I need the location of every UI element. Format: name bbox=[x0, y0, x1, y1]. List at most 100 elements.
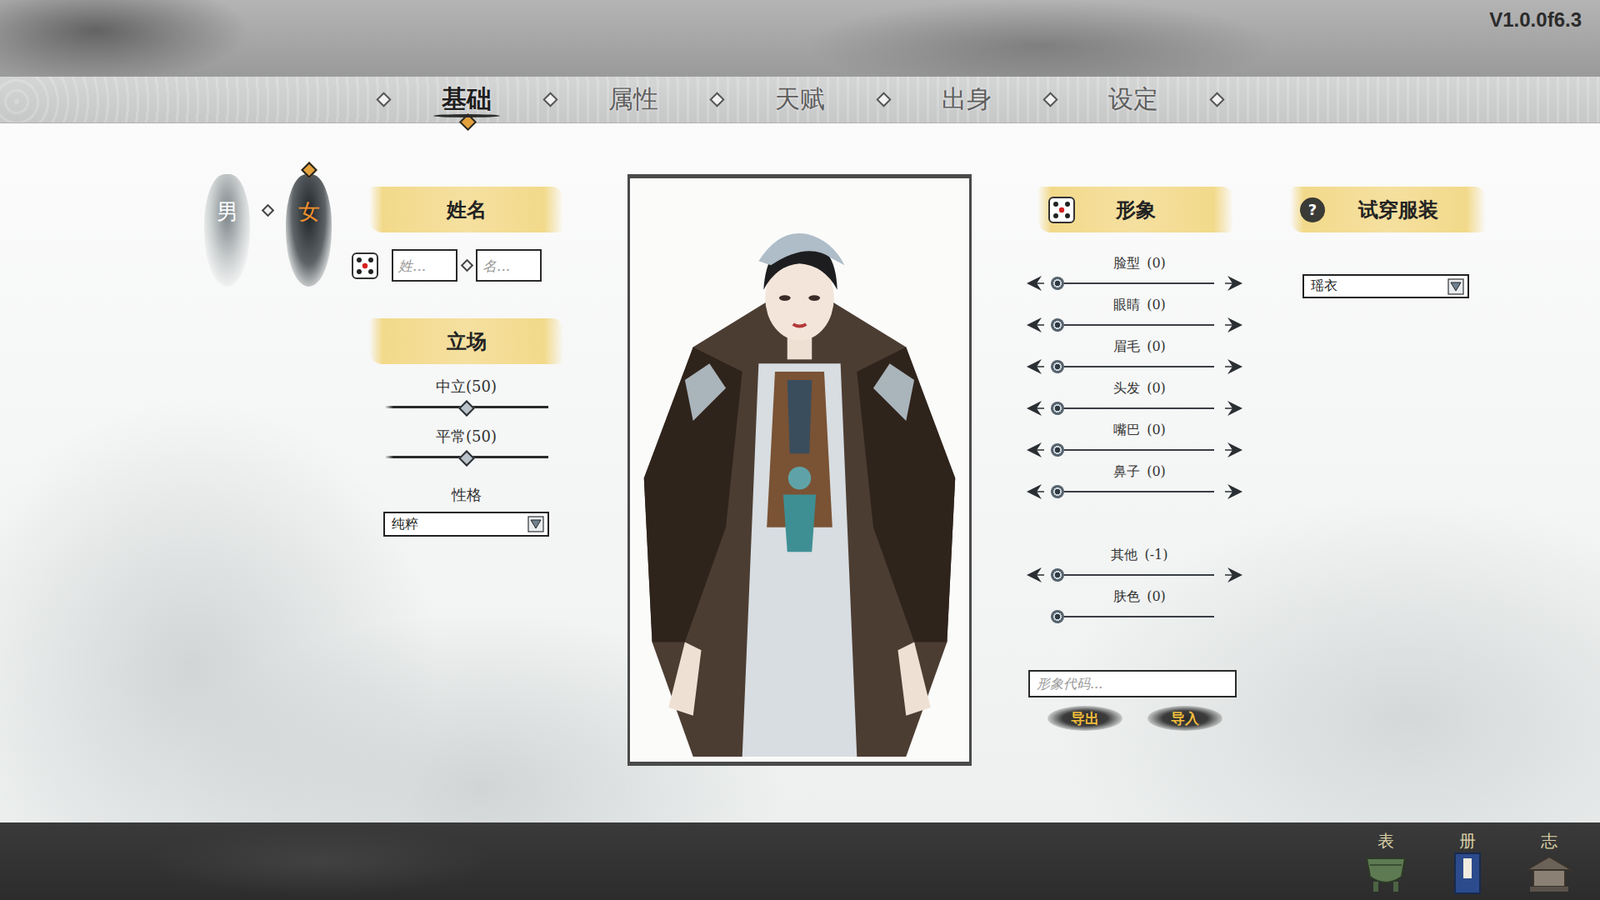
dock-button[interactable]: 册 bbox=[1441, 831, 1494, 895]
name-header: 姓名 bbox=[369, 186, 564, 233]
stance-slider-label: 中立(50) bbox=[435, 377, 497, 396]
slider-thumb[interactable] bbox=[1050, 276, 1065, 290]
code-button-row: 导出导入 bbox=[1025, 705, 1245, 731]
appearance-slider-track[interactable] bbox=[1050, 276, 1215, 290]
next-arrow-icon[interactable] bbox=[1224, 357, 1245, 376]
tab[interactable]: 出身 bbox=[908, 76, 1025, 123]
slider-thumb[interactable] bbox=[458, 400, 475, 417]
gender-option[interactable]: 女 bbox=[285, 174, 332, 287]
appearance-slider-label: 眼睛(0) bbox=[1025, 296, 1245, 314]
appearance-code-input[interactable] bbox=[1028, 670, 1237, 698]
given-name-input[interactable] bbox=[475, 249, 542, 282]
appearance-extra-slider-group: 其他(-1)肤色(0) bbox=[1025, 546, 1245, 630]
dock-button[interactable]: 志 bbox=[1523, 831, 1575, 895]
stance-slider-track[interactable] bbox=[385, 451, 549, 464]
name-separator bbox=[457, 260, 476, 270]
appearance-slider-track[interactable] bbox=[1050, 360, 1215, 374]
slider-thumb[interactable] bbox=[1050, 443, 1065, 457]
name-row bbox=[349, 249, 542, 282]
appearance-slider-label: 肤色(0) bbox=[1025, 588, 1245, 605]
code-button[interactable]: 导出 bbox=[1047, 705, 1123, 731]
stance-slider-label: 平常(50) bbox=[435, 427, 497, 446]
stance-header: 立场 bbox=[369, 318, 564, 365]
next-arrow-icon[interactable] bbox=[1224, 440, 1245, 460]
dropdown-arrow-icon bbox=[527, 515, 545, 533]
previous-arrow-icon[interactable] bbox=[1025, 482, 1045, 501]
previous-arrow-icon[interactable] bbox=[1025, 399, 1045, 418]
surname-input[interactable] bbox=[391, 249, 458, 282]
next-arrow-icon[interactable] bbox=[1224, 399, 1245, 418]
stance-slider-track[interactable] bbox=[385, 401, 549, 414]
tab[interactable]: 属性 bbox=[575, 76, 692, 123]
appearance-slider-label: 鼻子(0) bbox=[1025, 463, 1245, 480]
appearance-column: 形象脸型(0)眼睛(0)眉毛(0)头发(0)嘴巴(0)鼻子(0)其他(-1)肤色… bbox=[1025, 174, 1245, 731]
appearance-slider-track[interactable] bbox=[1050, 443, 1215, 457]
diamond-icon bbox=[261, 204, 275, 218]
previous-arrow-icon[interactable] bbox=[1025, 357, 1045, 376]
help-icon[interactable]: ? bbox=[1300, 197, 1325, 223]
dock-button[interactable]: 表 bbox=[1360, 831, 1412, 895]
slider-thumb[interactable] bbox=[1050, 360, 1065, 374]
appearance-slider-label: 脸型(0) bbox=[1025, 255, 1245, 272]
tab-separator-icon bbox=[1191, 94, 1242, 105]
appearance-slider-track[interactable] bbox=[1050, 610, 1215, 624]
appearance-slider: 其他(-1) bbox=[1025, 546, 1245, 589]
code-button[interactable]: 导入 bbox=[1147, 705, 1223, 731]
tab-separator-icon bbox=[358, 94, 409, 105]
appearance-slider-track[interactable] bbox=[1050, 485, 1215, 499]
next-arrow-icon[interactable] bbox=[1224, 274, 1245, 293]
appearance-slider-track[interactable] bbox=[1050, 568, 1215, 582]
appearance-slider-track[interactable] bbox=[1050, 318, 1215, 332]
selected-marker-icon bbox=[300, 161, 318, 179]
appearance-slider: 鼻子(0) bbox=[1025, 463, 1245, 505]
appearance-slider: 脸型(0) bbox=[1025, 255, 1245, 297]
appearance-slider-track[interactable] bbox=[1050, 401, 1215, 415]
tab-separator-icon bbox=[1025, 94, 1075, 105]
appearance-slider-group: 脸型(0)眼睛(0)眉毛(0)头发(0)嘴巴(0)鼻子(0) bbox=[1025, 255, 1245, 505]
outfit-column: ?试穿服装瑶衣 bbox=[1298, 174, 1490, 299]
random-appearance-dice-icon[interactable] bbox=[1045, 194, 1078, 226]
gender-selector: 男女 bbox=[204, 174, 332, 287]
slider-thumb[interactable] bbox=[1050, 318, 1065, 332]
tab[interactable]: 基础 bbox=[408, 76, 525, 123]
pavilion-icon bbox=[1523, 851, 1575, 895]
appearance-slider: 眼睛(0) bbox=[1025, 296, 1245, 339]
random-name-dice-icon[interactable] bbox=[349, 250, 381, 282]
slider-thumb[interactable] bbox=[1050, 610, 1065, 624]
next-arrow-icon[interactable] bbox=[1224, 315, 1245, 335]
next-arrow-icon[interactable] bbox=[1224, 565, 1245, 585]
version-label: V1.0.0f6.3 bbox=[1489, 8, 1582, 32]
previous-arrow-icon[interactable] bbox=[1025, 565, 1045, 585]
previous-arrow-icon[interactable] bbox=[1025, 315, 1045, 335]
portrait-image bbox=[635, 183, 965, 757]
dropdown-arrow-icon bbox=[1447, 278, 1465, 295]
personality-dropdown[interactable]: 纯粹 bbox=[383, 511, 550, 537]
gender-separator bbox=[250, 174, 286, 287]
dock: 表册志 bbox=[1360, 822, 1600, 900]
appearance-slider-label: 嘴巴(0) bbox=[1025, 421, 1245, 439]
slider-thumb[interactable] bbox=[458, 450, 475, 467]
name-stance-column: 姓名立场中立(50) 平常(50) 性格纯粹 bbox=[349, 174, 584, 537]
outfit-dropdown[interactable]: 瑶衣 bbox=[1302, 274, 1470, 299]
slider-thumb[interactable] bbox=[1050, 401, 1065, 415]
tab-separator-icon bbox=[858, 94, 909, 105]
character-creation-screen: V1.0.0f6.3 基础 属性 天赋 出身 设定男女姓名立场中立(50) 平常(50) 性格… bbox=[0, 0, 1600, 900]
previous-arrow-icon[interactable] bbox=[1025, 440, 1045, 460]
diamond-icon bbox=[460, 259, 474, 273]
stance-slider: 中立(50) bbox=[385, 377, 549, 414]
tab[interactable]: 天赋 bbox=[741, 76, 859, 123]
appearance-slider: 头发(0) bbox=[1025, 380, 1245, 422]
stance-slider: 平常(50) bbox=[385, 427, 549, 464]
tab-separator-icon bbox=[691, 94, 742, 105]
book-icon bbox=[1441, 851, 1494, 895]
previous-arrow-icon[interactable] bbox=[1025, 274, 1045, 293]
slider-thumb[interactable] bbox=[1050, 485, 1065, 499]
slider-thumb[interactable] bbox=[1050, 568, 1065, 582]
next-arrow-icon[interactable] bbox=[1224, 482, 1245, 501]
character-portrait bbox=[627, 174, 972, 766]
gender-option[interactable]: 男 bbox=[204, 174, 250, 287]
personality-label: 性格 bbox=[451, 485, 482, 505]
main-panel: 男女姓名立场中立(50)平常(50)性格纯粹形象脸型(0)眼睛(0)眉毛(0)头… bbox=[0, 123, 1600, 823]
appearance-header: 形象 bbox=[1037, 186, 1234, 233]
tab[interactable]: 设定 bbox=[1075, 76, 1192, 123]
